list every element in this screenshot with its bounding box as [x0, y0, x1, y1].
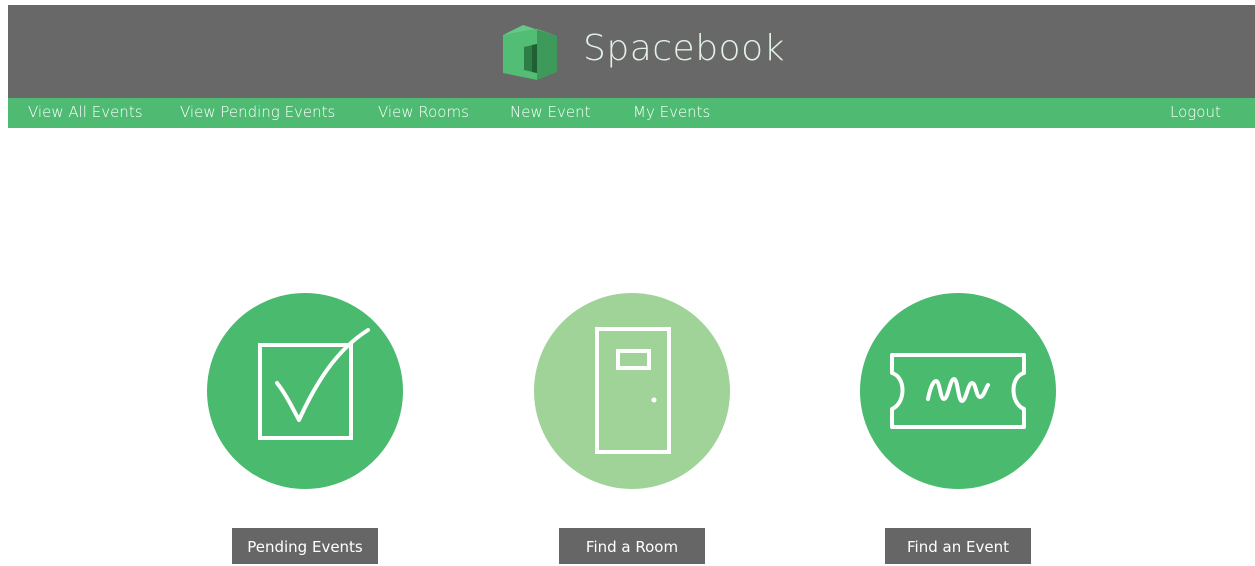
door-icon: [595, 327, 671, 454]
nav-view-all-events[interactable]: View All Events: [28, 98, 143, 128]
pending-events-circle[interactable]: [207, 293, 403, 489]
feature-find-room: Find a Room: [534, 293, 730, 564]
nav-my-events[interactable]: My Events: [633, 98, 710, 128]
header-bar: Spacebook: [8, 5, 1255, 98]
feature-find-event: Find an Event: [860, 293, 1056, 564]
feature-pending-events: Pending Events: [207, 293, 403, 564]
brand[interactable]: Spacebook: [501, 23, 785, 83]
find-room-button[interactable]: Find a Room: [559, 528, 705, 564]
logout-link[interactable]: Logout: [1170, 98, 1221, 128]
nav-view-rooms[interactable]: View Rooms: [378, 98, 469, 128]
cube-logo-icon: [503, 25, 557, 80]
find-event-button[interactable]: Find an Event: [885, 528, 1031, 564]
app-title: Spacebook: [583, 28, 785, 69]
nav-new-event[interactable]: New Event: [510, 98, 590, 128]
ticket-icon: [890, 353, 1026, 429]
nav-view-pending-events[interactable]: View Pending Events: [180, 98, 335, 128]
nav-bar: View All Events View Pending Events View…: [8, 98, 1255, 128]
find-event-circle[interactable]: [860, 293, 1056, 489]
find-room-circle[interactable]: [534, 293, 730, 489]
pending-events-button[interactable]: Pending Events: [232, 528, 378, 564]
checkbox-icon: [258, 328, 370, 440]
